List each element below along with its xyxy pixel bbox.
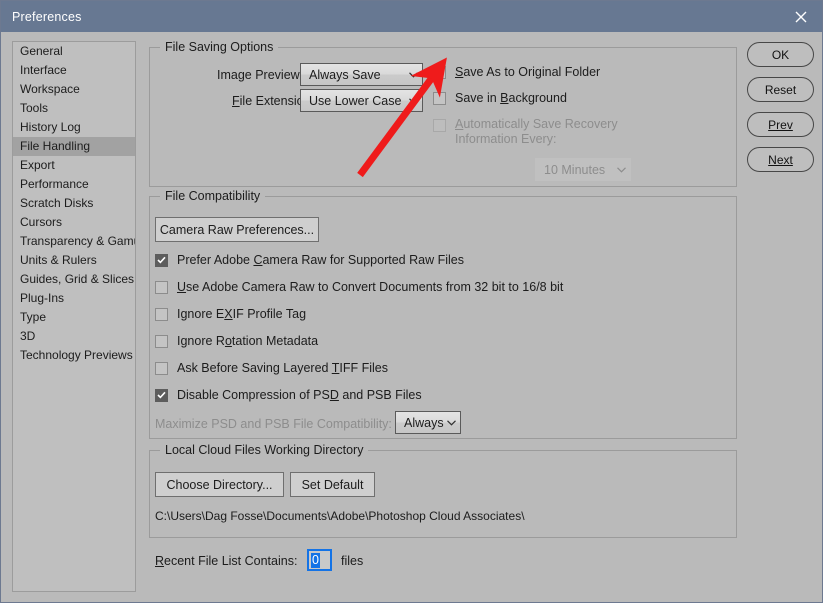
- sidebar-item-tools[interactable]: Tools: [13, 99, 135, 118]
- checkbox-box: [155, 334, 168, 348]
- use-adobe-camera-raw-convert-label: Use Adobe Camera Raw to Convert Document…: [177, 280, 564, 294]
- maximize-compatibility-dropdown[interactable]: Always: [395, 411, 461, 434]
- choose-directory-button[interactable]: Choose Directory...: [155, 472, 284, 497]
- save-as-to-original-folder-label: Save As to Original Folder: [455, 65, 601, 79]
- next-button[interactable]: Next: [747, 147, 814, 172]
- local-cloud-files-title: Local Cloud Files Working Directory: [160, 443, 369, 457]
- category-list[interactable]: General Interface Workspace Tools Histor…: [12, 41, 136, 592]
- file-extension-value: Use Lower Case: [309, 93, 402, 108]
- sidebar-item-file-handling[interactable]: File Handling: [13, 137, 135, 156]
- file-extension-dropdown[interactable]: Use Lower Case: [300, 89, 423, 112]
- prefer-adobe-camera-raw-label: Prefer Adobe Camera Raw for Supported Ra…: [177, 253, 464, 267]
- sidebar-item-guides-grid-slices[interactable]: Guides, Grid & Slices: [13, 270, 135, 289]
- sidebar-item-3d[interactable]: 3D: [13, 327, 135, 346]
- disable-compression-psd-psb-checkbox[interactable]: Disable Compression of PSD and PSB Files: [155, 388, 422, 402]
- image-previews-value: Always Save: [309, 67, 381, 82]
- save-in-background-label: Save in Background: [455, 91, 567, 105]
- checkbox-box: [433, 119, 446, 132]
- reset-button[interactable]: Reset: [747, 77, 814, 102]
- local-cloud-path: C:\Users\Dag Fosse\Documents\Adobe\Photo…: [155, 509, 525, 523]
- disable-compression-psd-psb-label: Disable Compression of PSD and PSB Files: [177, 388, 422, 402]
- sidebar-item-general[interactable]: General: [13, 42, 135, 61]
- sidebar-item-technology-previews[interactable]: Technology Previews: [13, 346, 135, 365]
- checkbox-box: [155, 280, 168, 294]
- save-in-background-checkbox[interactable]: Save in Background: [433, 91, 567, 105]
- file-saving-options-title: File Saving Options: [160, 40, 279, 54]
- dialog-action-buttons: OK Reset Prev Next: [747, 42, 815, 182]
- sidebar-item-performance[interactable]: Performance: [13, 175, 135, 194]
- ok-button[interactable]: OK: [747, 42, 814, 67]
- window-title: Preferences: [12, 9, 82, 24]
- prev-button-label: Prev: [768, 117, 793, 132]
- ask-before-saving-layered-tiff-label: Ask Before Saving Layered TIFF Files: [177, 361, 388, 375]
- sidebar-item-export[interactable]: Export: [13, 156, 135, 175]
- sidebar-item-history-log[interactable]: History Log: [13, 118, 135, 137]
- auto-save-recovery-label: Automatically Save Recovery Information E…: [455, 117, 618, 146]
- save-as-to-original-folder-checkbox[interactable]: Save As to Original Folder: [433, 65, 600, 79]
- use-adobe-camera-raw-convert-checkbox[interactable]: Use Adobe Camera Raw to Convert Document…: [155, 280, 563, 294]
- maximize-compatibility-value: Always: [404, 415, 444, 430]
- ignore-rotation-metadata-label: Ignore Rotation Metadata: [177, 334, 319, 348]
- checkbox-box: [155, 307, 168, 321]
- image-previews-dropdown[interactable]: Always Save: [300, 63, 423, 86]
- chevron-down-icon: [612, 166, 630, 173]
- auto-save-recovery-checkbox: Automatically Save Recovery Information E…: [433, 117, 618, 147]
- sidebar-item-transparency-gamut[interactable]: Transparency & Gamut: [13, 232, 135, 251]
- file-compatibility-title: File Compatibility: [160, 189, 266, 203]
- set-default-button[interactable]: Set Default: [290, 472, 375, 497]
- preferences-dialog: Preferences General Interface Workspace …: [0, 0, 823, 603]
- close-icon[interactable]: [778, 1, 822, 32]
- recent-file-list-input[interactable]: 0: [307, 549, 332, 571]
- maximize-compatibility-label: Maximize PSD and PSB File Compatibility:: [155, 417, 392, 431]
- sidebar-item-plug-ins[interactable]: Plug-Ins: [13, 289, 135, 308]
- sidebar-item-scratch-disks[interactable]: Scratch Disks: [13, 194, 135, 213]
- recent-file-list-value: 0: [311, 552, 320, 568]
- checkbox-box: [433, 65, 446, 79]
- ignore-exif-profile-tag-label: Ignore EXIF Profile Tag: [177, 307, 307, 321]
- checkbox-box: [155, 388, 168, 402]
- sidebar-item-workspace[interactable]: Workspace: [13, 80, 135, 99]
- chevron-down-icon: [404, 71, 422, 78]
- next-button-label: Next: [768, 152, 793, 167]
- recent-file-list-suffix: files: [341, 554, 364, 568]
- chevron-down-icon: [404, 97, 422, 104]
- prefer-adobe-camera-raw-checkbox[interactable]: Prefer Adobe Camera Raw for Supported Ra…: [155, 253, 464, 267]
- camera-raw-preferences-button[interactable]: Camera Raw Preferences...: [155, 217, 319, 242]
- sidebar-item-type[interactable]: Type: [13, 308, 135, 327]
- checkbox-box: [155, 361, 168, 375]
- ask-before-saving-layered-tiff-checkbox[interactable]: Ask Before Saving Layered TIFF Files: [155, 361, 388, 375]
- chevron-down-icon: [444, 419, 460, 426]
- checkbox-box: [155, 253, 168, 267]
- auto-save-interval-dropdown: 10 Minutes: [535, 158, 631, 181]
- image-previews-label: Image Previews:: [217, 68, 310, 82]
- prev-button[interactable]: Prev: [747, 112, 814, 137]
- checkbox-box: [433, 91, 446, 105]
- sidebar-item-units-rulers[interactable]: Units & Rulers: [13, 251, 135, 270]
- ignore-rotation-metadata-checkbox[interactable]: Ignore Rotation Metadata: [155, 334, 318, 348]
- ignore-exif-profile-tag-checkbox[interactable]: Ignore EXIF Profile Tag: [155, 307, 306, 321]
- auto-save-interval-value: 10 Minutes: [544, 162, 606, 177]
- sidebar-item-cursors[interactable]: Cursors: [13, 213, 135, 232]
- title-bar: Preferences: [1, 1, 822, 32]
- recent-file-list-label: Recent File List Contains:: [155, 554, 298, 568]
- sidebar-item-interface[interactable]: Interface: [13, 61, 135, 80]
- preferences-content: File Saving Options Image Previews: Alwa…: [149, 39, 739, 592]
